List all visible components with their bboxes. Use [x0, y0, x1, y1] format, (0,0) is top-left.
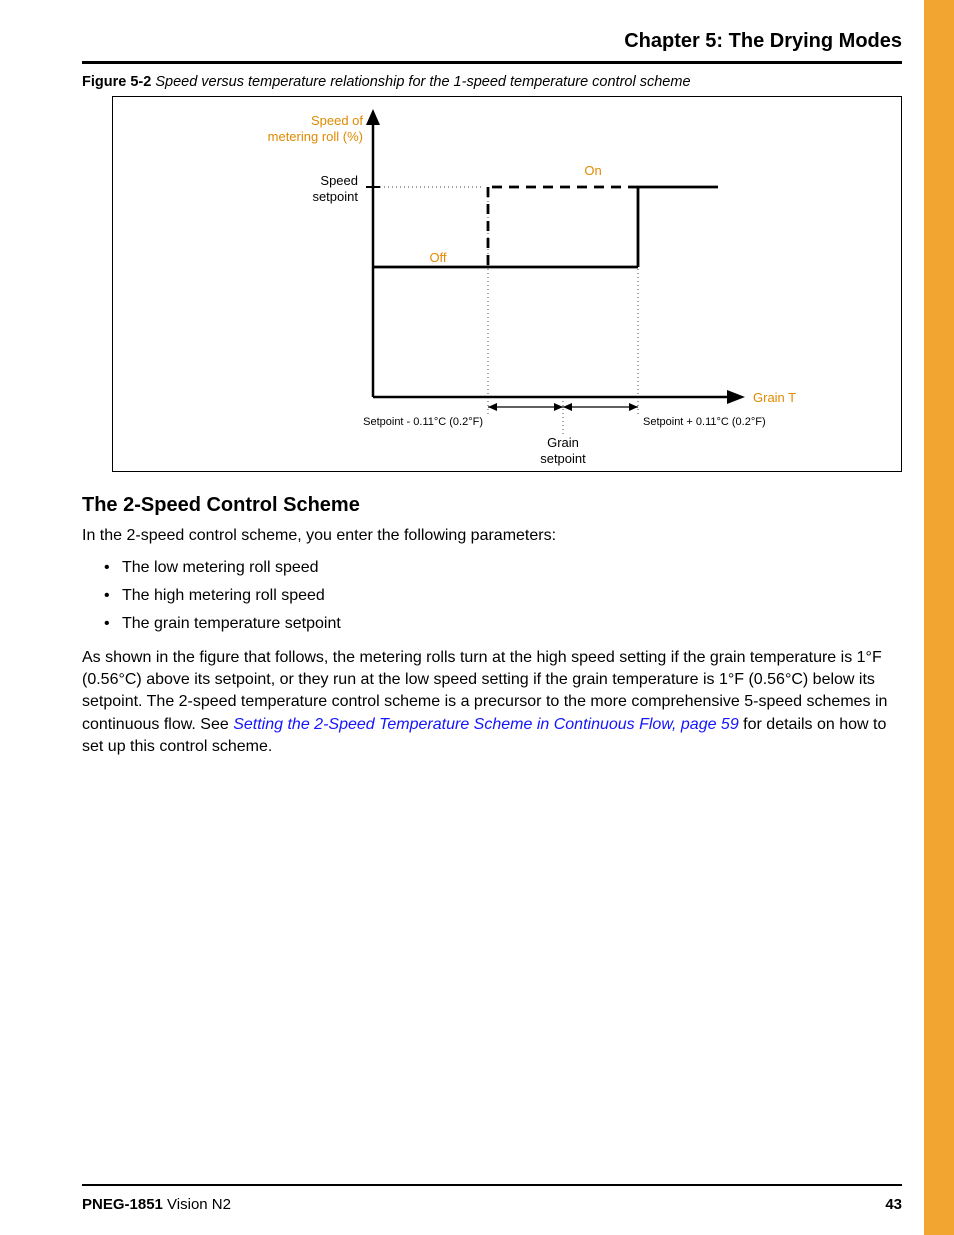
- list-item: The high metering roll speed: [82, 585, 902, 607]
- on-label: On: [584, 163, 601, 178]
- list-item: The grain temperature setpoint: [82, 613, 902, 635]
- list-item: The low metering roll speed: [82, 557, 902, 579]
- side-accent-bar: [924, 0, 954, 1235]
- doc-title: Vision N2: [167, 1196, 231, 1213]
- page: Chapter 5: The Drying Modes Figure 5-2 S…: [0, 0, 954, 1235]
- document-id: PNEG-1851 Vision N2: [82, 1196, 231, 1213]
- intro-paragraph: In the 2-speed control scheme, you enter…: [82, 525, 902, 547]
- section-heading: The 2-Speed Control Scheme: [82, 494, 902, 517]
- tick-right-label: Setpoint + 0.11°C (0.2°F): [643, 416, 766, 428]
- page-footer: PNEG-1851 Vision N2 43: [82, 1184, 902, 1213]
- footer-rule: [82, 1184, 902, 1186]
- page-number: 43: [885, 1196, 902, 1213]
- y-axis-label-2: metering roll (%): [268, 129, 363, 144]
- speed-setpoint-label-2: setpoint: [312, 189, 358, 204]
- explanation-paragraph: As shown in the figure that follows, the…: [82, 647, 902, 757]
- chapter-title: Chapter 5: The Drying Modes: [82, 30, 902, 53]
- tick-left-label: Setpoint - 0.11°C (0.2°F): [363, 416, 483, 428]
- content-area: Chapter 5: The Drying Modes Figure 5-2 S…: [82, 30, 902, 768]
- figure-caption-text: Speed versus temperature relationship fo…: [155, 74, 690, 90]
- cross-reference-link[interactable]: Setting the 2-Speed Temperature Scheme i…: [233, 716, 739, 733]
- off-label: Off: [429, 250, 446, 265]
- figure-label: Figure 5-2: [82, 74, 151, 90]
- figure-5-2: Speed of metering roll (%) Grain T Speed…: [112, 96, 902, 472]
- parameter-list: The low metering roll speed The high met…: [82, 557, 902, 635]
- speed-setpoint-label-1: Speed: [320, 173, 358, 188]
- grain-setpoint-label-1: Grain: [547, 435, 579, 450]
- y-axis-label-1: Speed of: [311, 113, 363, 128]
- speed-vs-temp-diagram: Speed of metering roll (%) Grain T Speed…: [113, 97, 901, 471]
- doc-code: PNEG-1851: [82, 1196, 163, 1213]
- header-rule: [82, 61, 902, 64]
- grain-setpoint-label-2: setpoint: [540, 451, 586, 466]
- x-axis-label: Grain T: [753, 390, 796, 405]
- figure-caption: Figure 5-2 Speed versus temperature rela…: [82, 74, 902, 90]
